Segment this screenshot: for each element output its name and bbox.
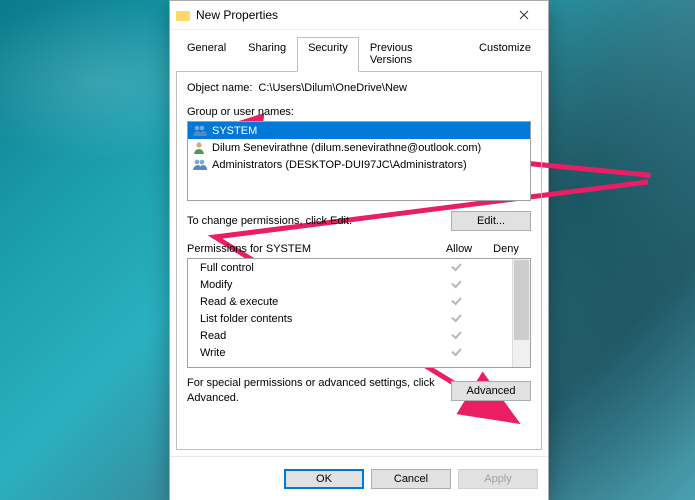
edit-button[interactable]: Edit... [451, 211, 531, 231]
apply-button: Apply [458, 469, 538, 489]
permission-row: Full control [188, 259, 512, 276]
group-listbox[interactable]: SYSTEM Dilum Senevirathne (dilum.senevir… [187, 121, 531, 201]
permission-label: Write [200, 347, 434, 359]
group-icon [192, 158, 208, 171]
permission-label: Modify [200, 279, 434, 291]
group-icon [192, 124, 208, 137]
allow-check-icon [434, 261, 478, 274]
list-item-label: Dilum Senevirathne (dilum.senevirathne@o… [212, 142, 481, 154]
scrollbar[interactable] [512, 259, 530, 367]
desktop-background: New Properties General Sharing Security … [0, 0, 695, 500]
permission-row: Write [188, 344, 512, 361]
list-item[interactable]: Dilum Senevirathne (dilum.senevirathne@o… [188, 139, 530, 156]
permission-row: Read [188, 327, 512, 344]
allow-column-header: Allow [437, 243, 481, 255]
tab-general[interactable]: General [176, 37, 237, 72]
permission-row: Modify [188, 276, 512, 293]
scrollbar-thumb[interactable] [514, 260, 529, 340]
properties-dialog: New Properties General Sharing Security … [169, 0, 549, 500]
allow-check-icon [434, 329, 478, 342]
folder-icon [176, 9, 190, 21]
tab-sharing[interactable]: Sharing [237, 37, 297, 72]
object-name-label: Object name: [187, 82, 252, 94]
window-title: New Properties [196, 8, 278, 22]
list-item-label: SYSTEM [212, 125, 257, 137]
list-item[interactable]: Administrators (DESKTOP-DUI97JC\Administ… [188, 156, 530, 173]
permission-row: Read & execute [188, 293, 512, 310]
list-item-label: Administrators (DESKTOP-DUI97JC\Administ… [212, 159, 467, 171]
object-path: C:\Users\Dilum\OneDrive\New [258, 82, 531, 94]
allow-check-icon [434, 312, 478, 325]
edit-hint-text: To change permissions, click Edit. [187, 215, 451, 227]
permission-label: Full control [200, 262, 434, 274]
close-button[interactable] [502, 1, 546, 29]
allow-check-icon [434, 295, 478, 308]
tab-security[interactable]: Security [297, 37, 359, 72]
permission-label: Read [200, 330, 434, 342]
advanced-button[interactable]: Advanced [451, 381, 531, 401]
tab-strip: General Sharing Security Previous Versio… [170, 30, 548, 71]
advanced-hint-text: For special permissions or advanced sett… [187, 376, 451, 406]
ok-button[interactable]: OK [284, 469, 364, 489]
dialog-button-bar: OK Cancel Apply [170, 456, 548, 500]
allow-check-icon [434, 346, 478, 359]
close-icon [519, 10, 529, 20]
list-item[interactable]: SYSTEM [188, 122, 530, 139]
tab-previous-versions[interactable]: Previous Versions [359, 37, 468, 72]
titlebar[interactable]: New Properties [170, 1, 548, 30]
user-icon [192, 141, 208, 154]
permissions-for-label: Permissions for SYSTEM [187, 243, 437, 255]
permission-row: List folder contents [188, 310, 512, 327]
deny-column-header: Deny [481, 243, 531, 255]
permission-label: Read & execute [200, 296, 434, 308]
allow-check-icon [434, 278, 478, 291]
permission-label: List folder contents [200, 313, 434, 325]
cancel-button[interactable]: Cancel [371, 469, 451, 489]
group-list-label: Group or user names: [187, 106, 531, 118]
tab-customize[interactable]: Customize [468, 37, 542, 72]
security-panel: Object name: C:\Users\Dilum\OneDrive\New… [176, 71, 542, 450]
permissions-listbox: Full control Modify Read & execute [187, 258, 531, 368]
